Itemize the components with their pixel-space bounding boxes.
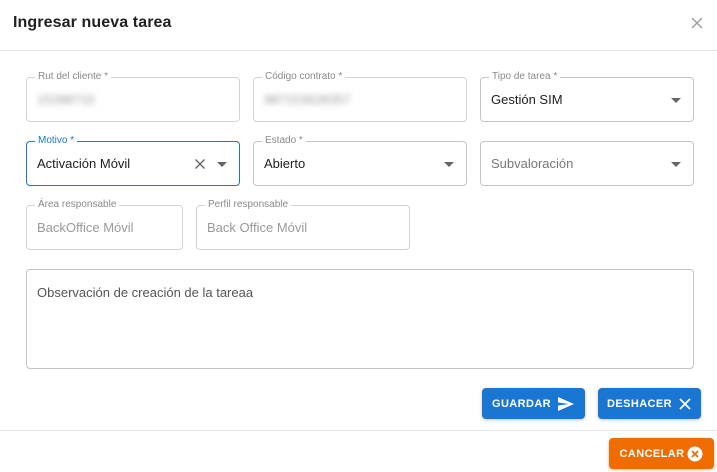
observation-placeholder: Observación de creación de la tareaa <box>37 285 254 300</box>
new-task-dialog: Ingresar nueva tarea Rut del cliente * 1… <box>0 0 717 472</box>
contract-code-label: Código contrato * <box>262 71 346 83</box>
rut-field[interactable]: Rut del cliente * 15288715 <box>26 71 240 122</box>
perfil-responsable-field[interactable]: Perfil responsable Back Office Móvil <box>196 199 410 250</box>
cancelar-button[interactable]: CANCELAR <box>609 438 714 469</box>
chevron-down-icon[interactable] <box>671 162 681 167</box>
dialog-title: Ingresar nueva tarea <box>13 14 172 31</box>
close-icon <box>678 397 692 411</box>
task-type-value: Gestión SIM <box>491 92 563 107</box>
perfil-responsable-value: Back Office Móvil <box>207 220 308 235</box>
area-responsable-field[interactable]: Área responsable BackOffice Móvil <box>26 199 183 250</box>
estado-label: Estado * <box>262 135 306 147</box>
footer-divider <box>0 430 717 431</box>
motivo-select[interactable]: Motivo * Activación Móvil <box>26 135 240 186</box>
chevron-down-icon[interactable] <box>444 162 454 167</box>
perfil-responsable-label: Perfil responsable <box>205 199 292 211</box>
clear-icon[interactable] <box>194 158 206 170</box>
rut-label: Rut del cliente * <box>35 71 112 83</box>
task-type-label: Tipo de tarea * <box>489 71 561 83</box>
close-icon[interactable] <box>688 14 706 32</box>
guardar-button[interactable]: GUARDAR <box>482 388 585 419</box>
area-responsable-label: Área responsable <box>35 199 120 211</box>
chevron-down-icon[interactable] <box>671 98 681 103</box>
subvaloracion-placeholder: Subvaloración <box>491 156 574 171</box>
chevron-down-icon[interactable] <box>217 162 227 167</box>
deshacer-button[interactable]: DESHACER <box>598 388 701 419</box>
contract-code-field[interactable]: Código contrato * 987153628357 <box>253 71 467 122</box>
guardar-label: GUARDAR <box>491 397 552 410</box>
contract-code-value: 987153628357 <box>264 92 351 107</box>
task-type-select[interactable]: Tipo de tarea * Gestión SIM <box>480 71 694 122</box>
deshacer-label: DESHACER <box>607 397 672 410</box>
motivo-value: Activación Móvil <box>37 156 131 171</box>
rut-value: 15288715 <box>37 92 95 107</box>
dialog-header: Ingresar nueva tarea <box>0 0 717 51</box>
estado-value: Abierto <box>264 156 306 171</box>
motivo-label: Motivo * <box>35 135 78 147</box>
cancel-circle-icon <box>687 446 703 462</box>
send-icon <box>557 396 575 412</box>
area-responsable-value: BackOffice Móvil <box>37 220 134 235</box>
subvaloracion-select[interactable]: Subvaloración <box>480 141 694 186</box>
observation-textarea[interactable]: Observación de creación de la tareaa <box>26 269 694 369</box>
cancelar-label: CANCELAR <box>619 447 685 460</box>
estado-select[interactable]: Estado * Abierto <box>253 135 467 186</box>
